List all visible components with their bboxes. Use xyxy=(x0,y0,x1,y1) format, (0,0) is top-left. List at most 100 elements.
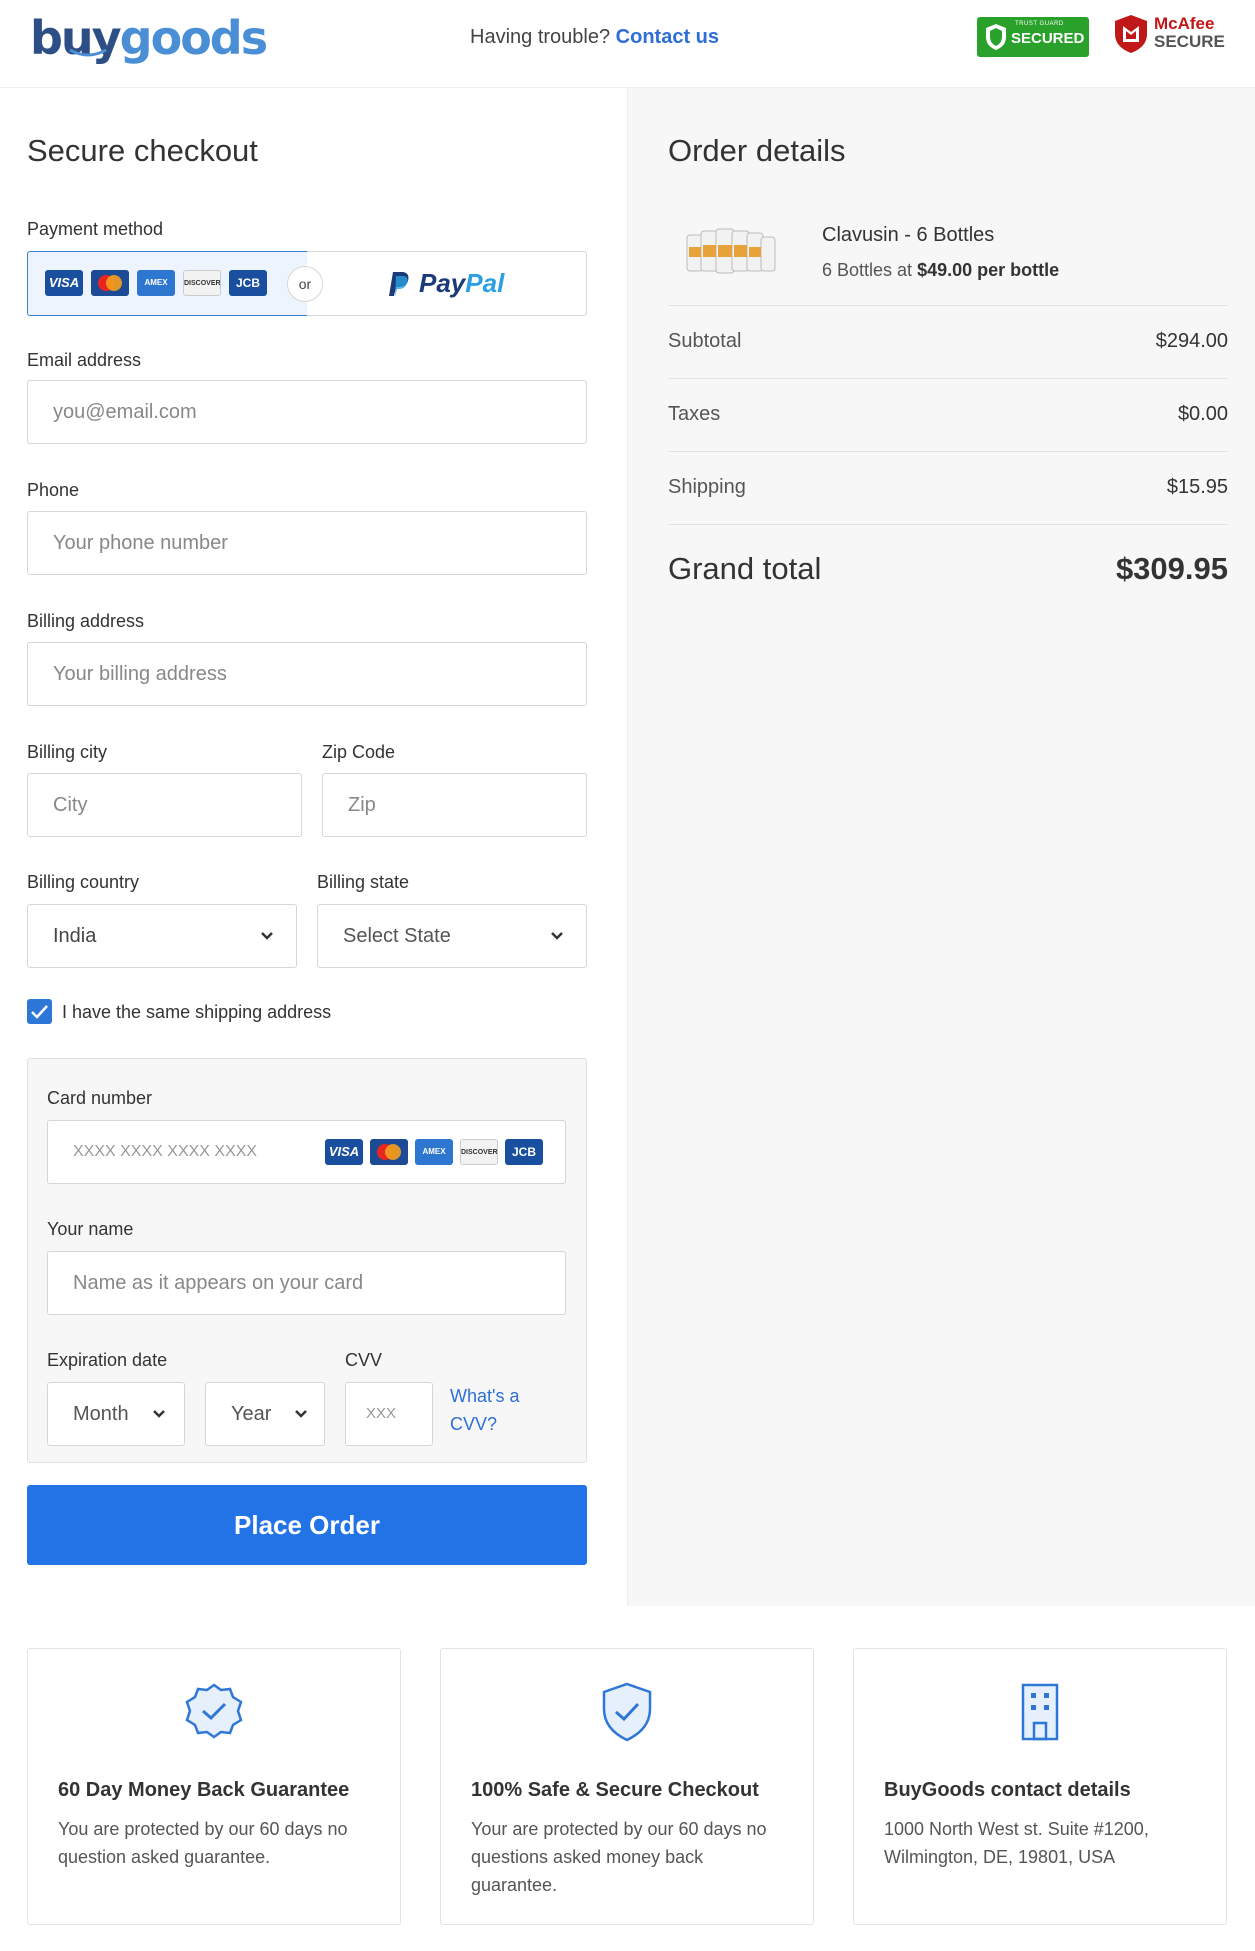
paypal-icon xyxy=(389,272,409,297)
billing-country-select[interactable]: India xyxy=(27,904,297,968)
contact-details-card: BuyGoods contact details 1000 North West… xyxy=(853,1648,1227,1925)
mastercard-icon xyxy=(370,1139,408,1165)
city-field[interactable]: City xyxy=(27,773,302,837)
billing-address-label: Billing address xyxy=(27,611,145,631)
mcafee-badge[interactable]: McAfee SECURE xyxy=(1112,12,1228,56)
same-shipping-checkbox[interactable] xyxy=(27,999,52,1024)
jcb-icon: JCB xyxy=(229,270,267,296)
secure-checkout-text: Your are protected by our 60 days no que… xyxy=(471,1819,767,1895)
subtotal-label: Subtotal xyxy=(668,330,742,352)
check-icon xyxy=(31,1005,48,1019)
year-select[interactable]: Year xyxy=(205,1382,325,1446)
product-desc-prefix: 6 Bottles at xyxy=(822,260,913,280)
billing-state-label: Billing state xyxy=(317,872,410,892)
place-order-button[interactable]: Place Order xyxy=(27,1485,587,1565)
visa-icon: VISA xyxy=(45,270,83,296)
taxes-row: Taxes $0.00 xyxy=(668,378,1228,451)
secure-checkout-card: 100% Safe & Secure Checkout Your are pro… xyxy=(440,1648,814,1925)
header: buygoods Having trouble? Contact us TRUS… xyxy=(0,0,1255,88)
cardholder-name-field[interactable]: Name as it appears on your card xyxy=(47,1251,566,1315)
mcafee-shield-icon xyxy=(1115,15,1147,53)
product-name: Clavusin - 6 Bottles xyxy=(822,224,995,246)
email-field[interactable]: you@email.com xyxy=(27,380,587,444)
visa-icon: VISA xyxy=(325,1139,363,1165)
subtotal-row: Subtotal $294.00 xyxy=(668,305,1228,378)
shield-check-icon xyxy=(602,1682,652,1742)
card-number-placeholder: XXXX XXXX XXXX XXXX xyxy=(73,1143,258,1160)
same-shipping-label[interactable]: I have the same shipping address xyxy=(62,1002,331,1023)
subtotal-value: $294.00 xyxy=(1155,330,1228,352)
jcb-icon: JCB xyxy=(505,1139,543,1165)
grand-total-row: Grand total $309.95 xyxy=(668,524,1228,614)
mastercard-icon xyxy=(91,270,129,296)
paypal-payment-option[interactable]: PayPal xyxy=(307,251,587,316)
amex-icon: AMEX xyxy=(415,1139,453,1165)
order-details-title: Order details xyxy=(668,133,846,168)
help-text: Having trouble? Contact us xyxy=(470,26,719,49)
year-value: Year xyxy=(231,1403,272,1425)
billing-state-value: Select State xyxy=(343,925,451,947)
paypal-wordmark: PayPal xyxy=(419,268,504,299)
logo-goods: goods xyxy=(119,11,268,65)
month-value: Month xyxy=(73,1403,129,1425)
phone-label: Phone xyxy=(27,480,80,500)
shipping-label: Shipping xyxy=(668,476,746,498)
billing-address-field[interactable]: Your billing address xyxy=(27,642,587,706)
secure-checkout-title: 100% Safe & Secure Checkout xyxy=(471,1779,759,1801)
paypal-pal: Pal xyxy=(465,268,505,298)
grand-total-value: $309.95 xyxy=(1115,551,1228,586)
badge-check-icon xyxy=(185,1683,243,1739)
taxes-label: Taxes xyxy=(668,403,721,425)
billing-state-select[interactable]: Select State xyxy=(317,904,587,968)
amex-icon: AMEX xyxy=(137,270,175,296)
cvv-link-line2: CVV? xyxy=(450,1414,498,1434)
building-icon xyxy=(1021,1683,1059,1741)
discover-icon: DISCOVER xyxy=(183,270,221,296)
chevron-down-icon xyxy=(295,1410,307,1418)
chevron-down-icon xyxy=(551,932,563,940)
product-unit-price: $49.00 per bottle xyxy=(917,260,1060,280)
money-back-card: 60 Day Money Back Guarantee You are prot… xyxy=(27,1648,401,1925)
logo-smile-icon xyxy=(69,48,107,57)
mcafee-name: McAfee xyxy=(1154,14,1215,33)
card-number-label: Card number xyxy=(47,1088,153,1108)
paypal-pay: Pay xyxy=(419,268,466,298)
product-description: 6 Bottles at $49.00 per bottle xyxy=(822,260,1059,281)
checkout-title: Secure checkout xyxy=(27,133,258,168)
billing-country-label: Billing country xyxy=(27,872,140,892)
payment-method-label: Payment method xyxy=(27,219,164,239)
chevron-down-icon xyxy=(153,1410,165,1418)
whats-cvv-link[interactable]: What's a CVV? xyxy=(450,1382,519,1438)
billing-country-value: India xyxy=(53,925,97,947)
mcafee-secure: SECURE xyxy=(1154,32,1225,51)
or-divider: or xyxy=(287,266,323,302)
trustguard-small: TRUST GUARD xyxy=(1015,21,1064,27)
shield-icon xyxy=(986,24,1006,50)
money-back-text: You are protected by our 60 days no ques… xyxy=(58,1819,348,1867)
cvv-label: CVV xyxy=(345,1350,383,1370)
chevron-down-icon xyxy=(261,932,273,940)
your-name-label: Your name xyxy=(47,1219,134,1239)
contact-details-text: 1000 North West st. Suite #1200, Wilming… xyxy=(884,1819,1149,1867)
trustguard-secured: SECURED xyxy=(1011,30,1085,47)
taxes-value: $0.00 xyxy=(1177,403,1228,425)
product-bottles-image xyxy=(686,228,776,274)
shipping-row: Shipping $15.95 xyxy=(668,451,1228,524)
buygoods-logo[interactable]: buygoods xyxy=(30,8,268,68)
cvv-field[interactable]: XXX xyxy=(345,1382,433,1446)
money-back-title: 60 Day Money Back Guarantee xyxy=(58,1779,350,1801)
cvv-link-line1: What's a xyxy=(450,1386,520,1406)
zip-label: Zip Code xyxy=(322,742,396,762)
zip-field[interactable]: Zip xyxy=(322,773,587,837)
billing-city-label: Billing city xyxy=(27,742,108,762)
month-select[interactable]: Month xyxy=(47,1382,185,1446)
trustguard-badge[interactable]: TRUST GUARD SECURED xyxy=(977,17,1089,57)
expiration-label: Expiration date xyxy=(47,1350,168,1370)
card-number-field[interactable]: XXXX XXXX XXXX XXXX VISA AMEX DISCOVER J… xyxy=(47,1120,566,1184)
contact-us-link[interactable]: Contact us xyxy=(616,26,719,48)
trouble-text: Having trouble? xyxy=(470,26,611,48)
email-label: Email address xyxy=(27,350,142,370)
phone-field[interactable]: Your phone number xyxy=(27,511,587,575)
card-payment-option[interactable]: VISA AMEX DISCOVER JCB xyxy=(27,251,308,316)
discover-icon: DISCOVER xyxy=(460,1139,498,1165)
